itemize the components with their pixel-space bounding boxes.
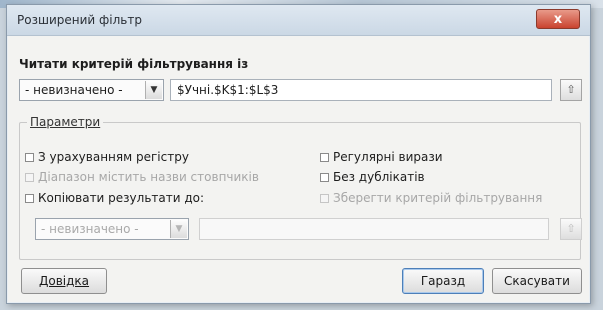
option-regular-expressions-label: Регулярні вирази [333,150,443,164]
option-case-sensitive[interactable]: З урахуванням регістру [25,150,189,164]
checkbox-icon[interactable] [25,194,34,203]
option-range-has-headers[interactable]: Діапазон містить назви стовпчиків [25,170,259,184]
chevron-down-icon: ▼ [145,81,162,99]
criteria-range-value: $Учні.$K$1:$L$3 [177,83,279,97]
criteria-range-field[interactable]: $Учні.$K$1:$L$3 [170,79,552,101]
help-button[interactable]: Довідка [21,268,107,294]
dialog-title: Розширений фільтр [17,13,142,27]
ok-button[interactable]: Гаразд [402,268,484,294]
chevron-down-icon: ▼ [170,220,187,238]
shrink-dialog-icon: ⇧ [566,222,576,235]
checkbox-icon[interactable] [25,153,34,162]
checkbox-icon[interactable] [320,153,329,162]
option-no-duplicates[interactable]: Без дублікатів [320,170,425,184]
copy-target-shrink-button[interactable]: ⇧ [560,218,582,240]
option-no-duplicates-label: Без дублікатів [333,170,425,184]
option-keep-criteria-label: Зберегти критерій фільтрування [333,191,543,205]
criteria-label: Читати критерій фільтрування із [19,57,249,71]
cancel-button[interactable]: Скасувати [492,268,582,294]
option-keep-criteria[interactable]: Зберегти критерій фільтрування [320,191,542,205]
help-button-label: Довідка [38,274,90,288]
option-regular-expressions[interactable]: Регулярні вирази [320,150,443,164]
copy-target-field[interactable] [199,218,549,240]
option-copy-results[interactable]: Копіювати результати до: [25,191,204,205]
copy-target-select-value: - невизначено - [41,222,139,236]
checkbox-icon[interactable] [320,173,329,182]
option-range-has-headers-label: Діапазон містить назви стовпчиків [38,170,259,184]
cancel-button-label: Скасувати [504,274,570,288]
options-group-label[interactable]: Параметри [27,115,104,129]
dialog-titlebar: Розширений фільтр x [7,5,590,36]
advanced-filter-dialog: Розширений фільтр x Читати критерій філь… [6,4,591,304]
criteria-source-value: - невизначено - [25,83,123,97]
ok-button-label: Гаразд [420,274,466,288]
shrink-dialog-icon: ⇧ [566,83,576,96]
checkbox-icon[interactable] [25,173,34,182]
criteria-source-select[interactable]: - невизначено - ▼ [19,79,164,101]
option-copy-results-label: Копіювати результати до: [38,191,205,205]
criteria-shrink-button[interactable]: ⇧ [560,79,582,101]
option-case-sensitive-label: З урахуванням регістру [38,150,189,164]
copy-target-select[interactable]: - невизначено - ▼ [35,218,189,240]
checkbox-icon[interactable] [320,194,329,203]
close-button[interactable]: x [536,9,580,29]
close-icon: x [553,12,563,27]
